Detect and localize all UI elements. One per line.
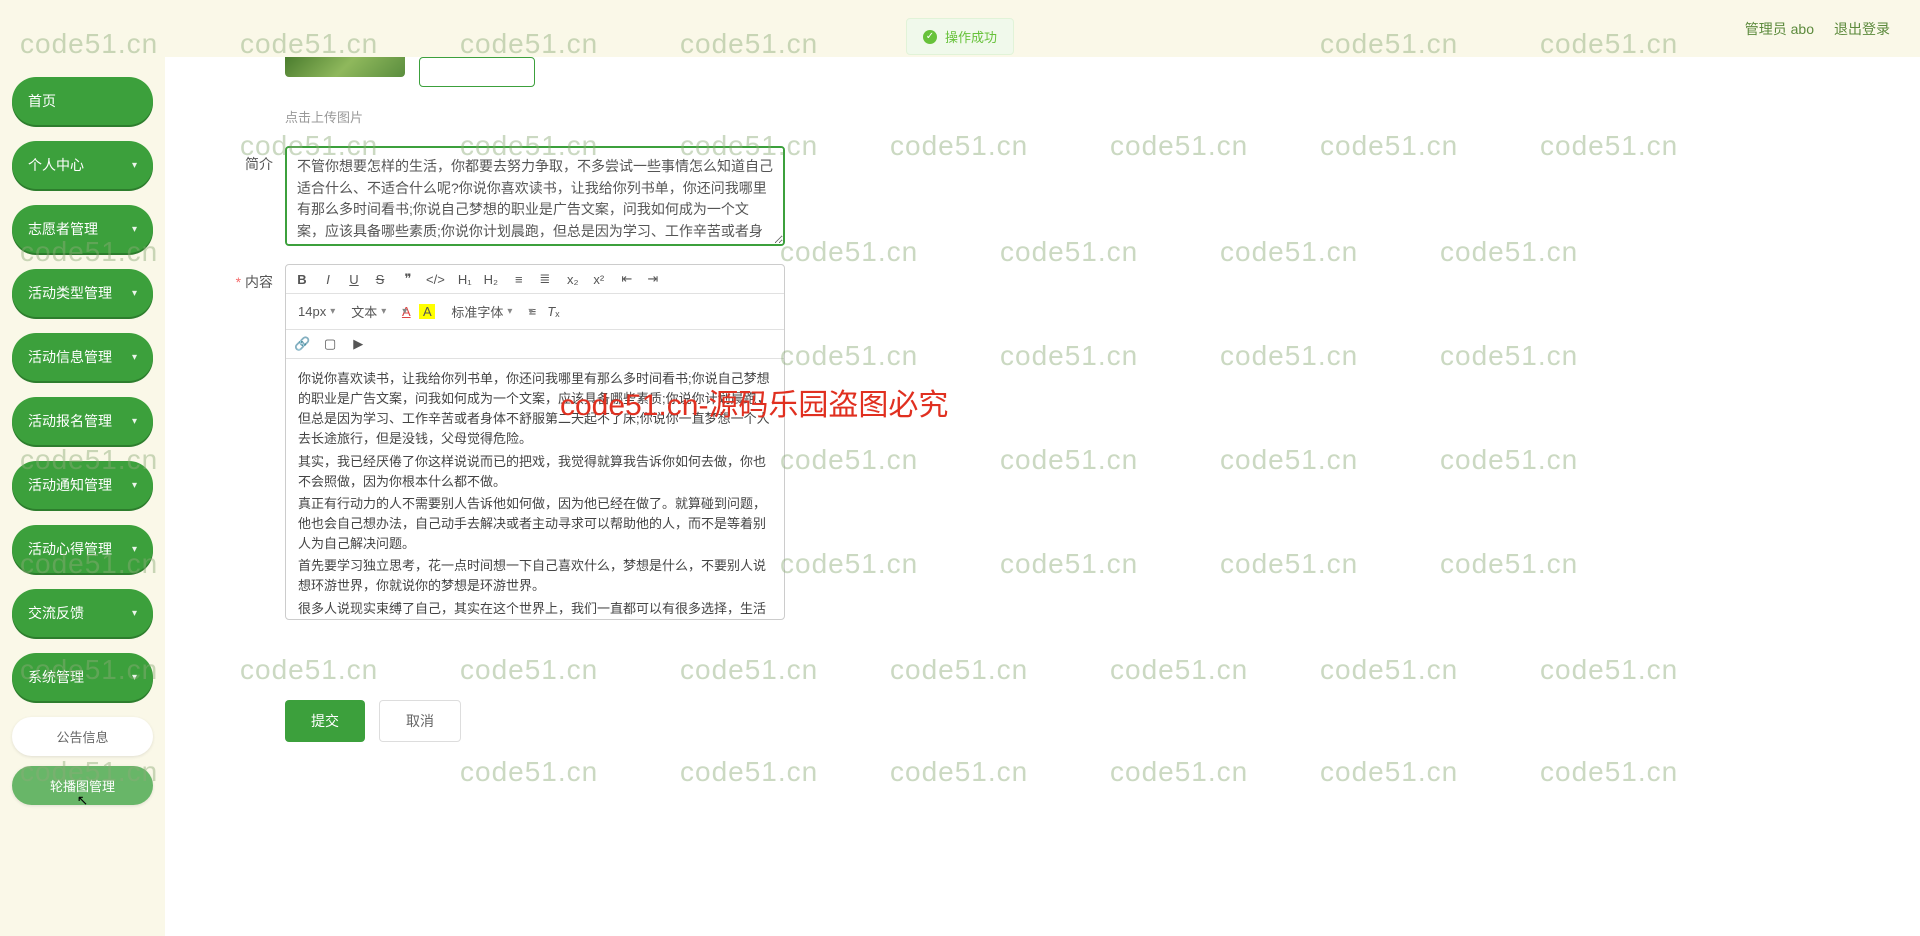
sidebar-sub-carousel[interactable]: 轮播图管理↖ [12,766,153,805]
superscript-icon[interactable]: x² [591,272,607,287]
intro-label: 简介 [225,146,285,174]
ul-icon[interactable]: ≣ [537,271,553,287]
link-icon[interactable]: 🔗 [294,336,310,352]
fontcolor-icon[interactable]: A [398,304,414,319]
sidebar-item-activity-experience[interactable]: 活动心得管理▾ [12,525,153,573]
upload-box[interactable] [419,57,535,87]
cancel-button[interactable]: 取消 [379,700,461,742]
image-thumbnail[interactable] [285,57,405,77]
chevron-down-icon: ▾ [132,480,137,491]
success-toast: ✓ 操作成功 [906,18,1014,55]
fontsize-select[interactable]: 14px [294,302,342,321]
sidebar-sub-announce[interactable]: 公告信息 [12,717,153,756]
check-icon: ✓ [923,30,937,44]
logout-link[interactable]: 退出登录 [1834,19,1890,39]
sidebar-item-home[interactable]: 首页 [12,77,153,125]
sidebar-item-profile[interactable]: 个人中心▾ [12,141,153,189]
bold-icon[interactable]: B [294,272,310,287]
sidebar-item-activity-info[interactable]: 活动信息管理▾ [12,333,153,381]
sidebar-item-activity-notify[interactable]: 活动通知管理▾ [12,461,153,509]
strike-icon[interactable]: S [372,272,388,287]
indent-out-icon[interactable]: ⇤ [619,271,635,287]
chevron-down-icon: ▾ [132,544,137,555]
sidebar-item-system[interactable]: 系统管理▾ [12,653,153,701]
ol-icon[interactable]: ≡ [511,272,527,287]
clear-format-icon[interactable]: Tₓ [545,304,561,319]
format-select[interactable]: 文本 [347,300,393,323]
editor-content[interactable]: 你说你喜欢读书，让我给你列书单，你还问我哪里有那么多时间看书;你说自己梦想的职业… [286,359,784,619]
main-content: 点击上传图片 简介 内容 B I U S ❞ </> [165,57,1920,936]
chevron-down-icon: ▾ [132,672,137,683]
cursor-icon: ↖ [77,792,89,809]
submit-button[interactable]: 提交 [285,700,365,742]
chevron-down-icon: ▾ [132,288,137,299]
video-icon[interactable]: ▶ [350,336,366,352]
align-icon[interactable]: ≡ [524,304,540,319]
code-icon[interactable]: </> [426,272,445,287]
editor-toolbar-2: 14px 文本 A A 标准字体 ≡ Tₓ [286,294,784,330]
chevron-down-icon: ▾ [132,416,137,427]
rich-editor: B I U S ❞ </> H₁ H₂ ≡ ≣ [285,264,785,620]
toast-text: 操作成功 [945,27,997,46]
intro-textarea[interactable] [285,146,785,246]
sidebar-item-volunteer[interactable]: 志愿者管理▾ [12,205,153,253]
underline-icon[interactable]: U [346,272,362,287]
editor-toolbar-3: 🔗 ▢ ▶ [286,330,784,359]
image-icon[interactable]: ▢ [322,336,338,352]
user-link[interactable]: 管理员 abo [1745,19,1814,39]
quote-icon[interactable]: ❞ [400,271,416,287]
bgcolor-icon[interactable]: A [419,304,435,319]
editor-toolbar-1: B I U S ❞ </> H₁ H₂ ≡ ≣ [286,265,784,294]
chevron-down-icon: ▾ [132,608,137,619]
h1-icon[interactable]: H₁ [457,272,473,287]
indent-in-icon[interactable]: ⇥ [645,271,661,287]
sidebar-item-feedback[interactable]: 交流反馈▾ [12,589,153,637]
subscript-icon[interactable]: x₂ [565,272,581,287]
chevron-down-icon: ▾ [132,160,137,171]
chevron-down-icon: ▾ [132,352,137,363]
upload-hint: 点击上传图片 [285,107,1890,126]
content-label: 内容 [225,264,285,292]
fontfamily-select[interactable]: 标准字体 [447,300,519,323]
chevron-down-icon: ▾ [132,224,137,235]
sidebar: 首页 个人中心▾ 志愿者管理▾ 活动类型管理▾ 活动信息管理▾ 活动报名管理▾ … [0,57,165,936]
sidebar-item-activity-type[interactable]: 活动类型管理▾ [12,269,153,317]
h2-icon[interactable]: H₂ [483,272,499,287]
italic-icon[interactable]: I [320,272,336,287]
sidebar-item-activity-signup[interactable]: 活动报名管理▾ [12,397,153,445]
